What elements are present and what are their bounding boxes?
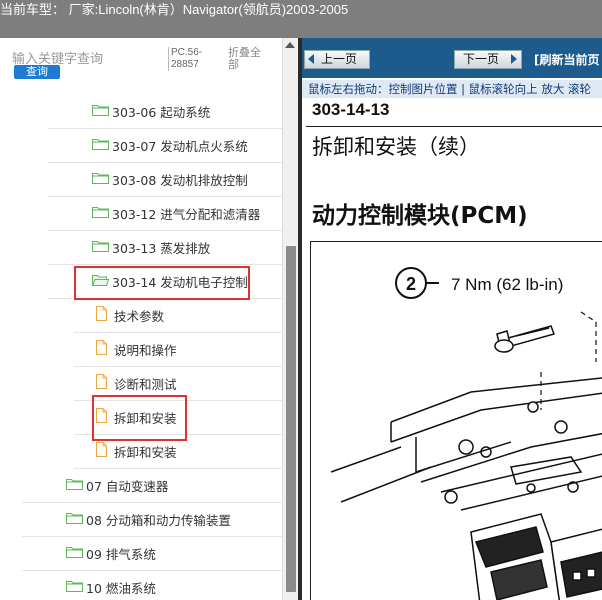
window-title: 当前车型： 厂家:Lincoln(林肯）Navigator(领航员)2003-2… xyxy=(0,2,349,17)
callout-number: 2 xyxy=(406,274,416,294)
document-icon xyxy=(96,340,107,355)
tree-item-label: 09 排气系统 xyxy=(86,547,156,562)
highlight-box-pcm-folder xyxy=(74,266,250,300)
tree-doc-item[interactable]: 说明和操作 xyxy=(0,333,282,367)
folder-icon xyxy=(66,479,83,490)
pcm-diagram-svg: 2 7 Nm (62 lb-in) xyxy=(330,267,602,600)
collapse-all-button[interactable]: 折叠全部 xyxy=(228,47,268,71)
scroll-up-arrow-icon[interactable] xyxy=(285,42,295,48)
tree-item-label: 07 自动变速器 xyxy=(86,479,169,494)
folder-icon xyxy=(92,139,109,150)
document-icon xyxy=(96,306,107,321)
next-page-button[interactable]: 下一页 xyxy=(454,50,522,69)
query-button[interactable]: 查询 xyxy=(14,65,60,79)
tree-folder-item[interactable]: 303-06 起动系统 xyxy=(0,95,282,129)
tree-item-label: 10 燃油系统 xyxy=(86,581,156,596)
next-page-label: 下一页 xyxy=(463,52,500,66)
folder-icon xyxy=(66,513,83,524)
document-icon xyxy=(96,374,107,389)
dashed-guide xyxy=(580,311,597,362)
tree-folder-item[interactable]: 303-12 进气分配和滤清器 xyxy=(0,197,282,231)
highlight-box-removal-doc xyxy=(92,395,187,441)
pcm-bracket-illustration xyxy=(330,377,602,511)
page-nav-bar: 上一页 下一页 [刷新当前页 xyxy=(302,38,602,78)
tree-folder-item[interactable]: 07 自动变速器 xyxy=(0,469,282,503)
pcm-module-illustration xyxy=(470,513,602,600)
right-arrow-icon xyxy=(511,54,517,64)
document-subtitle: 拆卸和安装（续） xyxy=(312,135,480,159)
tree-item-label: 08 分动箱和动力传输装置 xyxy=(86,513,231,528)
document-icon xyxy=(96,442,107,457)
folder-icon xyxy=(92,241,109,252)
bolt-illustration xyxy=(494,325,555,353)
title-bar: 当前车型： 厂家:Lincoln(林肯）Navigator(领航员)2003-2… xyxy=(0,0,602,38)
left-panel: 输入关键字查询 查询 PC.56-28857 折叠全部 303-06 起动系统 3… xyxy=(0,38,298,600)
left-scrollbar[interactable] xyxy=(282,38,299,600)
tree-folder-item[interactable]: 303-08 发动机排放控制 xyxy=(0,163,282,197)
tree-item-label: 303-13 蒸发排放 xyxy=(112,241,211,256)
mouse-hint-bar: 鼠标左右拖动：控制图片位置 | 鼠标滚轮向上 放大 滚轮 xyxy=(302,80,602,98)
tree-folder-item[interactable]: 08 分动箱和动力传输装置 xyxy=(0,503,282,537)
tree-folder-item[interactable]: 10 燃油系统 xyxy=(0,571,282,600)
tree-item-label: 说明和操作 xyxy=(114,343,177,358)
tree-doc-item[interactable]: 技术参数 xyxy=(0,299,282,333)
tree-folder-item[interactable]: 303-07 发动机点火系统 xyxy=(0,129,282,163)
document-number: 303-14-13 xyxy=(312,100,390,119)
tree-folder-item[interactable]: 303-13 蒸发排放 xyxy=(0,231,282,265)
document-heading: 动力控制模块(PCM) xyxy=(312,203,528,229)
prev-page-label: 上一页 xyxy=(321,52,358,66)
pc-code-label: PC.56-28857 xyxy=(168,47,211,71)
refresh-current-page-link[interactable]: [刷新当前页 xyxy=(534,51,600,68)
folder-icon xyxy=(66,581,83,592)
tree-item-label: 303-06 起动系统 xyxy=(112,105,211,120)
torque-label: 7 Nm (62 lb-in) xyxy=(451,275,563,294)
left-arrow-icon xyxy=(308,54,314,64)
tree-item-label: 诊断和测试 xyxy=(114,377,177,392)
tree-item-label: 技术参数 xyxy=(114,309,165,324)
document-rule xyxy=(306,126,602,127)
tree-item-label: 303-08 发动机排放控制 xyxy=(112,173,248,188)
folder-icon xyxy=(92,207,109,218)
folder-icon xyxy=(92,173,109,184)
tree-folder-item[interactable]: 09 排气系统 xyxy=(0,537,282,571)
pcm-diagram[interactable]: 2 7 Nm (62 lb-in) xyxy=(310,241,602,600)
folder-icon xyxy=(66,547,83,558)
tree-item-label: 拆卸和安装 xyxy=(114,445,177,460)
prev-page-button[interactable]: 上一页 xyxy=(304,50,370,69)
tree-item-label: 303-07 发动机点火系统 xyxy=(112,139,248,154)
folder-icon xyxy=(92,105,109,116)
search-input[interactable]: 输入关键字查询 xyxy=(12,48,162,67)
tree-item-label: 303-12 进气分配和滤清器 xyxy=(112,207,261,222)
right-panel: 上一页 下一页 [刷新当前页 鼠标左右拖动：控制图片位置 | 鼠标滚轮向上 放大… xyxy=(302,38,602,600)
scrollbar-thumb[interactable] xyxy=(286,246,296,592)
